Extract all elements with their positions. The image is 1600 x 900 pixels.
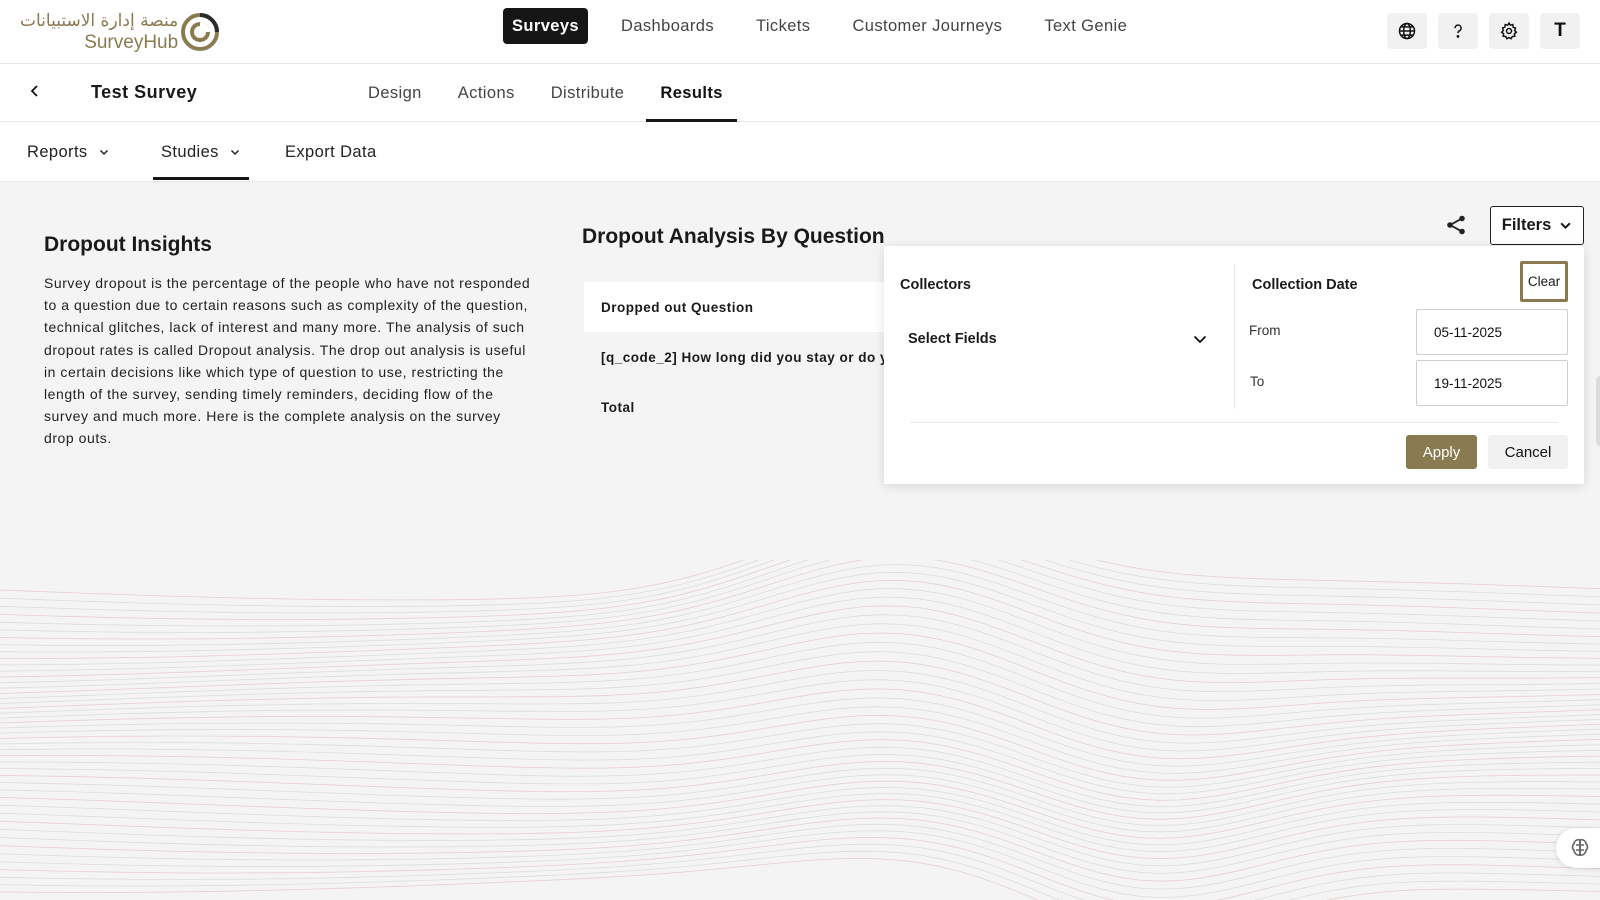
wave-line xyxy=(0,560,1600,640)
wave-line xyxy=(0,596,1600,674)
language-button[interactable] xyxy=(1387,13,1427,49)
filters-button[interactable]: Filters xyxy=(1490,206,1584,245)
studies-dropdown[interactable]: Studies xyxy=(153,122,249,182)
wave-line xyxy=(0,623,1600,702)
wave-line xyxy=(0,799,1600,860)
wave-line xyxy=(0,817,1600,882)
gear-icon xyxy=(1500,21,1518,40)
globe-icon xyxy=(1398,22,1416,40)
wave-line xyxy=(0,560,1600,601)
survey-tabs: Design Actions Distribute Results xyxy=(350,64,741,122)
user-avatar[interactable]: T xyxy=(1540,13,1580,49)
collectors-select[interactable]: Select Fields xyxy=(908,324,1208,354)
logo-english-text: SurveyHub xyxy=(84,31,179,53)
tab-results[interactable]: Results xyxy=(642,64,740,122)
chevron-down-icon xyxy=(230,149,239,156)
brain-icon xyxy=(1571,838,1589,856)
header-actions: T xyxy=(1387,13,1580,49)
to-date-input[interactable] xyxy=(1416,360,1568,406)
nav-tickets[interactable]: Tickets xyxy=(735,8,831,44)
filters-popover: Collectors Select Fields Collection Date… xyxy=(884,246,1584,484)
wave-line xyxy=(0,714,1600,781)
wave-line xyxy=(0,679,1600,752)
wave-line xyxy=(0,560,1600,620)
studies-label: Studies xyxy=(161,143,219,161)
wave-line xyxy=(0,660,1600,736)
wave-line xyxy=(0,560,1600,607)
wave-line xyxy=(0,723,1600,788)
tab-distribute[interactable]: Distribute xyxy=(533,64,643,122)
panel-footer-divider xyxy=(910,422,1558,423)
survey-bar: Test Survey Design Actions Distribute Re… xyxy=(0,64,1600,122)
surveyhub-logo[interactable]: منصة إدارة الاستبيانات SurveyHub xyxy=(20,10,220,54)
column-header-question: Dropped out Question xyxy=(601,299,754,315)
logo-mark-icon xyxy=(181,13,220,51)
chevron-down-icon xyxy=(1193,335,1207,344)
wave-line xyxy=(0,753,1600,814)
reports-label: Reports xyxy=(27,143,88,161)
insights-description: Survey dropout is the percentage of the … xyxy=(44,275,531,447)
wave-line xyxy=(0,830,1600,898)
settings-button[interactable] xyxy=(1489,13,1529,49)
row-question: [q_code_2] How long did you stay or do y… xyxy=(601,349,904,365)
nav-surveys[interactable]: Surveys xyxy=(503,8,589,44)
back-button[interactable] xyxy=(22,78,48,104)
side-panel-handle[interactable] xyxy=(1596,376,1600,446)
reports-dropdown[interactable]: Reports xyxy=(27,122,110,182)
wave-line xyxy=(0,811,1600,874)
help-button[interactable] xyxy=(1438,13,1478,49)
share-button[interactable] xyxy=(1444,213,1468,237)
share-icon xyxy=(1447,215,1465,235)
nav-dashboards[interactable]: Dashboards xyxy=(600,8,735,44)
table-row[interactable]: [q_code_2] How long did you stay or do y… xyxy=(584,332,904,382)
clear-button[interactable]: Clear xyxy=(1520,261,1568,302)
wave-line xyxy=(0,850,1600,900)
analysis-title: Dropout Analysis By Question xyxy=(582,225,885,248)
table-header: Dropped out Question xyxy=(584,282,904,332)
select-fields-label: Select Fields xyxy=(908,331,997,347)
collection-date-title: Collection Date xyxy=(1252,277,1358,293)
top-header: منصة إدارة الاستبيانات SurveyHub Surveys… xyxy=(0,0,1600,64)
main-nav: Surveys Dashboards Tickets Customer Jour… xyxy=(503,8,1148,44)
help-icon xyxy=(1454,24,1462,38)
chevron-left-icon xyxy=(30,85,38,97)
wave-line xyxy=(0,560,1600,627)
chevron-down-icon xyxy=(99,149,108,156)
from-date-input[interactable] xyxy=(1416,309,1568,355)
logo-arabic-text: منصة إدارة الاستبيانات xyxy=(20,10,179,31)
from-label: From xyxy=(1249,323,1281,338)
background-wave-pattern xyxy=(0,560,1600,900)
table-total-row: Total xyxy=(584,382,904,432)
wave-line xyxy=(0,767,1600,827)
nav-customer-journeys[interactable]: Customer Journeys xyxy=(831,8,1023,44)
ai-assistant-button[interactable] xyxy=(1556,828,1600,868)
wave-line xyxy=(0,739,1600,801)
avatar-initial: T xyxy=(1554,20,1566,41)
filters-label: Filters xyxy=(1501,216,1552,234)
panel-divider xyxy=(1234,264,1235,409)
nav-text-genie[interactable]: Text Genie xyxy=(1023,8,1148,44)
wave-line xyxy=(0,588,1600,666)
total-label: Total xyxy=(601,399,635,415)
insights-title: Dropout Insights xyxy=(44,233,212,256)
apply-button[interactable]: Apply xyxy=(1406,435,1477,469)
export-data-link[interactable]: Export Data xyxy=(285,122,377,182)
results-subnav: Reports Studies Export Data xyxy=(0,122,1600,182)
wave-line xyxy=(0,560,1600,633)
dropout-table: Dropped out Question [q_code_2] How long… xyxy=(584,282,904,432)
tab-design[interactable]: Design xyxy=(350,64,440,122)
tab-actions[interactable]: Actions xyxy=(440,64,533,122)
chevron-down-icon xyxy=(1560,222,1571,230)
wave-line xyxy=(0,774,1600,833)
to-label: To xyxy=(1250,374,1265,389)
survey-title: Test Survey xyxy=(91,82,198,102)
cancel-button[interactable]: Cancel xyxy=(1488,435,1568,469)
collectors-title: Collectors xyxy=(900,277,971,293)
